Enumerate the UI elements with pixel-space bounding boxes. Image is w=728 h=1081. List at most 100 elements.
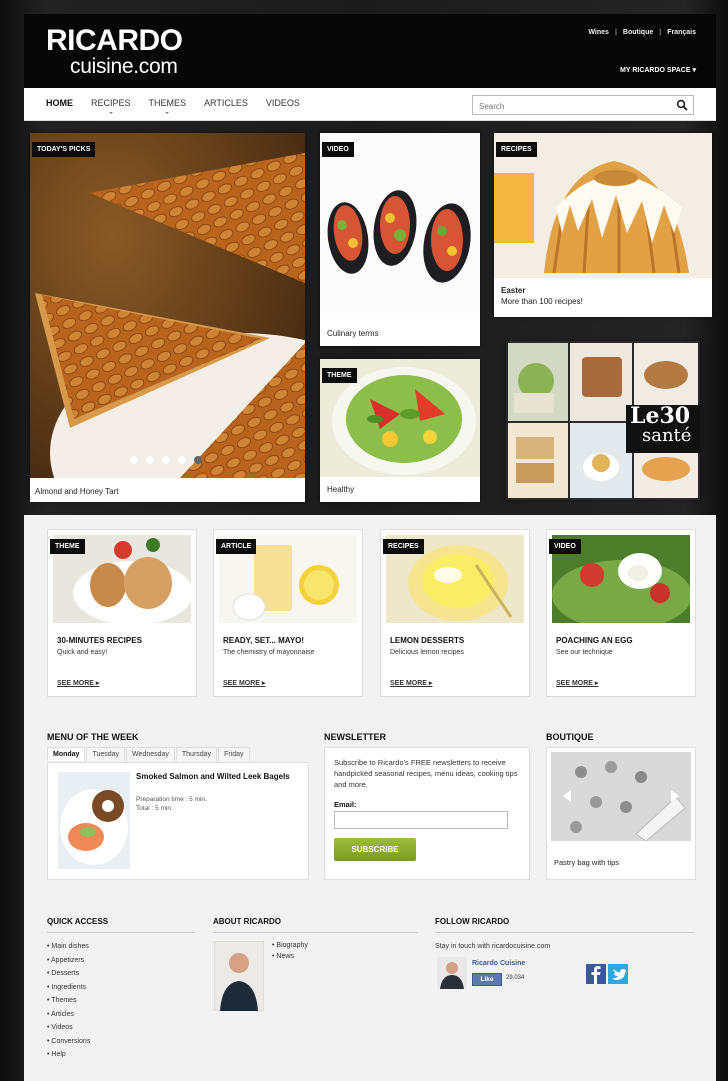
quick-access-heading: QUICK ACCESS — [47, 917, 109, 926]
feature-subtitle: Quick and easy! — [57, 649, 108, 656]
le30-subtitle: santé — [642, 425, 692, 446]
salmon-bagel-image[interactable] — [58, 772, 130, 869]
quick-link-videos[interactable]: • Videos — [47, 1021, 90, 1035]
tab-monday[interactable]: Monday — [47, 747, 86, 761]
nav-home[interactable]: HOME — [46, 98, 73, 108]
site-header: RICARDO cuisine.com Wines | Boutique | Fra… — [24, 14, 716, 88]
feature-title[interactable]: 30-MINUTES RECIPES — [57, 636, 142, 645]
search-icon[interactable] — [676, 99, 688, 111]
quick-link-main-dishes[interactable]: • Main dishes — [47, 940, 90, 954]
facebook-icon[interactable] — [586, 964, 606, 984]
newsletter-text: Subscribe to Ricardo's FREE newsletters … — [334, 758, 518, 789]
hero-theme-card[interactable]: THEME Healthy — [320, 359, 480, 502]
subscribe-button[interactable]: SUBSCRIBE — [334, 838, 416, 861]
top-links: Wines | Boutique | Français — [588, 29, 696, 36]
toplink-boutique[interactable]: Boutique — [623, 29, 653, 36]
hero-recipes-card[interactable]: RECIPES Easter More than 100 recipes! — [494, 133, 712, 317]
email-field[interactable] — [334, 811, 508, 829]
newsletter-panel: Subscribe to Ricardo's FREE newsletters … — [324, 747, 530, 880]
divider — [213, 932, 418, 933]
nav-articles[interactable]: ARTICLES — [204, 98, 248, 108]
tag-label: TODAY'S PICKS — [32, 142, 96, 157]
quick-link-articles[interactable]: • Articles — [47, 1008, 90, 1022]
toplink-separator: | — [659, 29, 662, 36]
feature-card-mayo[interactable]: ARTICLE READY, SET... MAYO! The chemistr… — [213, 529, 363, 697]
toplink-separator: | — [614, 29, 617, 36]
tab-thursday[interactable]: Thursday — [175, 747, 218, 761]
feature-title[interactable]: POACHING AN EGG — [556, 636, 633, 645]
feature-card-poaching-egg[interactable]: VIDEO POACHING AN EGG See our technique … — [546, 529, 696, 697]
logo-cuisine[interactable]: cuisine.com — [70, 56, 178, 78]
twitter-icon[interactable] — [608, 964, 628, 984]
ricardo-portrait[interactable] — [214, 941, 264, 1011]
boutique-caption[interactable]: Pastry bag with tips — [554, 858, 619, 867]
tab-tuesday[interactable]: Tuesday — [86, 747, 126, 761]
feature-subtitle: Delicious lemon recipes — [390, 649, 464, 656]
search-input[interactable] — [477, 101, 661, 112]
menu-week-heading: MENU OF THE WEEK — [47, 732, 139, 742]
about-link-biography[interactable]: • Biography — [272, 940, 308, 951]
nav-videos[interactable]: VIDEOS — [266, 98, 300, 108]
tag-label: RECIPES — [383, 539, 424, 554]
feature-subtitle: See our technique — [556, 649, 613, 656]
toplink-language[interactable]: Français — [667, 29, 696, 36]
tab-wednesday[interactable]: Wednesday — [126, 747, 175, 761]
quick-link-ingredients[interactable]: • Ingredients — [47, 981, 90, 995]
about-heading: ABOUT RICARDO — [213, 917, 281, 926]
quick-link-conversions[interactable]: • Conversions — [47, 1035, 90, 1049]
quick-link-desserts[interactable]: • Desserts — [47, 967, 90, 981]
tab-friday[interactable]: Friday — [218, 747, 250, 761]
fb-page-name[interactable]: Ricardo Cuisine — [472, 960, 525, 967]
quick-link-appetizers[interactable]: • Appetizers — [47, 954, 90, 968]
hero-main-caption[interactable]: Almond and Honey Tart — [35, 487, 118, 496]
feature-title[interactable]: LEMON DESSERTS — [390, 636, 464, 645]
tag-label: THEME — [322, 368, 357, 383]
hero-video-card[interactable]: VIDEO Culinary terms — [320, 133, 480, 346]
main-nav-bar: HOME RECIPES THEMES ARTICLES VIDEOS — [24, 88, 716, 121]
stuffed-mussels-image — [320, 133, 480, 313]
hero-main-card[interactable]: TODAY'S PICKS Almond and Honey Tart — [30, 133, 305, 502]
my-ricardo-space-link[interactable]: MY RICARDO SPACE ▾ — [620, 66, 696, 74]
toplink-wines[interactable]: Wines — [588, 29, 609, 36]
boutique-panel[interactable]: Pastry bag with tips — [546, 747, 696, 880]
about-list: • Biography • News — [272, 940, 308, 962]
see-more-link[interactable]: SEE MORE ▸ — [223, 679, 265, 687]
divider — [435, 932, 694, 933]
page: RICARDO cuisine.com Wines | Boutique | Fra… — [24, 14, 716, 1081]
menu-week-tabs: Monday Tuesday Wednesday Thursday Friday — [47, 747, 251, 761]
follow-text: Stay in touch with ricardocuisine.com — [435, 943, 551, 950]
boutique-heading: BOUTIQUE — [546, 732, 594, 742]
see-more-link[interactable]: SEE MORE ▸ — [390, 679, 432, 687]
newsletter-heading: NEWSLETTER — [324, 732, 386, 742]
ricardo-fb-avatar[interactable] — [437, 957, 467, 989]
pastry-bag-image — [551, 752, 691, 841]
tag-label: RECIPES — [496, 142, 537, 157]
hero-video-caption[interactable]: Culinary terms — [327, 329, 379, 338]
le30-sante-promo[interactable]: Le30 santé — [506, 341, 700, 500]
quick-link-help[interactable]: • Help — [47, 1048, 90, 1062]
hero-recipes-title[interactable]: Easter — [501, 286, 525, 295]
see-more-link[interactable]: SEE MORE ▸ — [57, 679, 99, 687]
nav-recipes[interactable]: RECIPES — [91, 98, 131, 114]
feature-title[interactable]: READY, SET... MAYO! — [223, 636, 304, 645]
fb-like-button[interactable]: Like — [472, 973, 502, 986]
tag-label: ARTICLE — [216, 539, 257, 554]
divider — [47, 932, 195, 933]
menu-recipe-title[interactable]: Smoked Salmon and Wilted Leek Bagels — [136, 772, 301, 782]
quick-link-themes[interactable]: • Themes — [47, 994, 90, 1008]
see-more-link[interactable]: SEE MORE ▸ — [556, 679, 598, 687]
fb-like-count: 29,034 — [506, 975, 525, 981]
feature-subtitle: The chemistry of mayonnaise — [223, 649, 315, 656]
email-label: Email: — [334, 800, 357, 809]
menu-prep-time: Preparation time : 5 min. — [136, 796, 207, 803]
follow-heading: FOLLOW RICARDO — [435, 917, 510, 926]
menu-total-time: Total : 5 min. — [136, 805, 173, 812]
hero-theme-caption[interactable]: Healthy — [327, 485, 354, 494]
feature-card-lemon[interactable]: RECIPES LEMON DESSERTS Delicious lemon r… — [380, 529, 530, 697]
about-link-news[interactable]: • News — [272, 951, 308, 962]
feature-card-30-minutes[interactable]: THEME 30-MINUTES RECIPES Quick and easy!… — [47, 529, 197, 697]
nav-themes[interactable]: THEMES — [149, 98, 186, 114]
logo-ricardo[interactable]: RICARDO — [46, 26, 183, 56]
main-nav: HOME RECIPES THEMES ARTICLES VIDEOS — [46, 98, 300, 114]
tag-label: VIDEO — [322, 142, 354, 157]
